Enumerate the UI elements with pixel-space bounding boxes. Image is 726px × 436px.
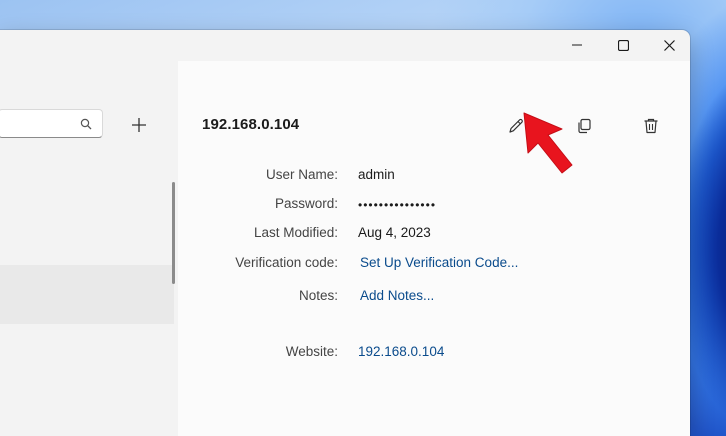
list-item-selected[interactable] [0,265,174,324]
maximize-icon [617,39,629,51]
passwords-window: 192.168.0.104 User Name: admin Password:… [0,30,690,436]
last-modified-label: Last Modified: [253,225,338,240]
username-value: admin [358,167,395,182]
password-value: ••••••••••••••• [358,198,437,212]
trash-icon [644,118,658,134]
last-modified-value: Aug 4, 2023 [358,225,431,240]
notes-label: Notes: [298,288,338,303]
verification-code-label: Verification code: [235,255,338,270]
close-icon [663,39,675,51]
red-arrow-cursor-icon [518,107,580,186]
website-link[interactable]: 192.168.0.104 [358,344,444,359]
add-notes-link[interactable]: Add Notes... [360,288,434,303]
maximize-button[interactable] [600,30,646,60]
password-label: Password: [274,196,338,211]
website-label: Website: [285,344,338,359]
entry-title: 192.168.0.104 [202,116,300,133]
close-button[interactable] [646,30,690,60]
search-icon[interactable] [80,117,92,135]
entries-list-pane [0,60,178,436]
add-entry-button[interactable] [126,112,152,138]
entry-details-pane: 192.168.0.104 User Name: admin Password:… [178,61,690,436]
scrollbar[interactable] [172,182,175,284]
setup-verification-link[interactable]: Set Up Verification Code... [360,255,518,270]
delete-button[interactable] [640,115,662,137]
search-input[interactable] [0,109,103,138]
minimize-button[interactable] [554,30,600,60]
title-bar [0,30,690,60]
username-label: User Name: [265,167,338,182]
minimize-icon [572,44,582,46]
plus-icon [132,118,146,132]
